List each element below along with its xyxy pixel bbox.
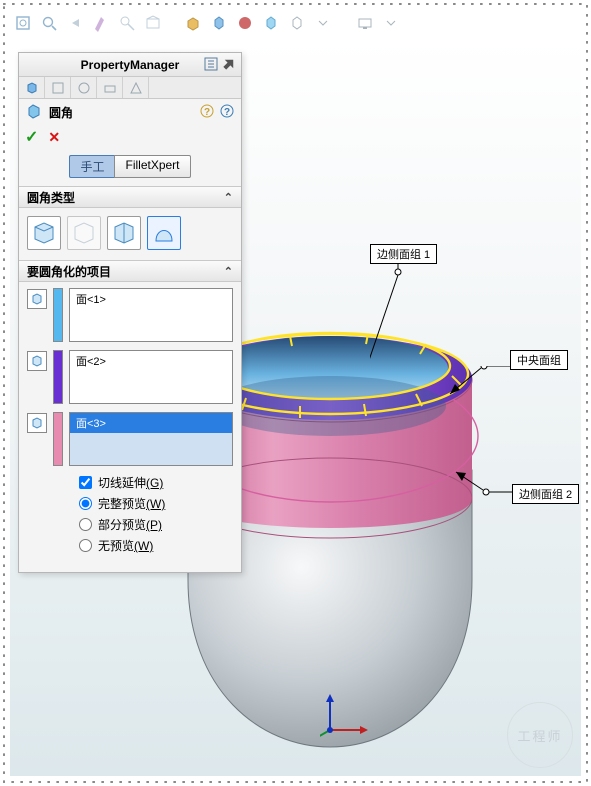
no-preview-radio[interactable]: 无预览(W) [79, 537, 225, 554]
mode-manual-button[interactable]: 手工 [69, 155, 114, 178]
edit-appearance-icon[interactable] [236, 14, 254, 32]
pm-title-text: PropertyManager [81, 58, 180, 72]
pm-pin-icon[interactable] [221, 56, 237, 72]
fillet-type-full-round[interactable] [147, 216, 181, 250]
tab-dimxpert-icon[interactable] [123, 77, 149, 98]
tab-property-icon[interactable] [71, 77, 97, 98]
pick-face-icon[interactable] [27, 289, 47, 309]
watermark-badge: 工程师 [507, 702, 573, 768]
pm-help-icon[interactable]: ? [219, 103, 235, 122]
display-style-icon[interactable] [184, 14, 202, 32]
side-face-2-list[interactable]: 面<3> [69, 412, 233, 466]
tab-feature-icon[interactable] [19, 77, 45, 98]
leader-center [448, 366, 518, 416]
more-icon[interactable] [382, 14, 400, 32]
mode-toggle: 手工 FilletXpert [19, 149, 241, 186]
fillet-type-row [19, 208, 241, 260]
pick-face-icon[interactable] [27, 413, 47, 433]
fillet-type-constant[interactable] [27, 216, 61, 250]
pm-detailed-help-icon[interactable]: ? [199, 103, 215, 122]
fillet-type-face[interactable] [107, 216, 141, 250]
scene-icon[interactable] [262, 14, 280, 32]
full-preview-input[interactable] [79, 497, 92, 510]
pick-face-icon[interactable] [27, 351, 47, 371]
section-view-icon[interactable] [92, 14, 110, 32]
section-items[interactable]: 要圆角化的项目 ⌃ [19, 260, 241, 282]
section-items-label: 要圆角化的项目 [27, 263, 111, 280]
tangent-checkbox-input[interactable] [79, 476, 92, 489]
list-item[interactable]: 面<1> [70, 289, 232, 309]
zoom-fit-icon[interactable] [14, 14, 32, 32]
partial-preview-input[interactable] [79, 518, 92, 531]
swatch-1 [53, 288, 63, 342]
svg-text:?: ? [204, 107, 210, 118]
side-face-set-2-row: 面<3> [27, 412, 233, 466]
zoom-area-icon[interactable] [40, 14, 58, 32]
view-toolbar [14, 10, 577, 36]
view-settings-icon[interactable] [288, 14, 306, 32]
full-preview-radio[interactable]: 完整预览(W) [79, 495, 225, 512]
dropdown-icon[interactable] [314, 14, 332, 32]
feature-header: 圆角 ? ? [19, 99, 241, 125]
side-face-set-1-row: 面<1> [27, 288, 233, 342]
view-orient-icon[interactable] [144, 14, 162, 32]
swatch-3 [53, 412, 63, 466]
pm-options-icon[interactable] [203, 56, 219, 72]
hide-show-icon[interactable] [210, 14, 228, 32]
list-item[interactable]: 面<3> [70, 413, 232, 433]
callout-side1: 边侧面组 1 [370, 244, 437, 264]
mode-filletxpert-button[interactable]: FilletXpert [114, 155, 190, 178]
preview-options: 切线延伸(G) 完整预览(W) 部分预览(P) 无预览(W) [27, 474, 233, 562]
no-preview-input[interactable] [79, 539, 92, 552]
items-container: 面<1> 面<2> 面<3> 切线延伸(G) 完整预览(W) [19, 282, 241, 572]
callout-center: 中央面组 [510, 350, 568, 370]
pm-title-bar: PropertyManager [19, 53, 241, 77]
accept-button[interactable]: ✓ [25, 127, 38, 147]
tangent-prop-checkbox[interactable]: 切线延伸(G) [79, 474, 225, 491]
center-face-set-row: 面<2> [27, 350, 233, 404]
callout-side2: 边侧面组 2 [512, 484, 579, 504]
reject-button[interactable]: ✕ [48, 129, 60, 146]
tab-config-icon[interactable] [97, 77, 123, 98]
fillet-type-variable[interactable] [67, 216, 101, 250]
orientation-triad [320, 690, 370, 740]
fillet-feature-icon [25, 102, 43, 123]
list-item[interactable]: 面<2> [70, 351, 232, 371]
chevron-up-icon: ⌃ [224, 265, 233, 278]
accept-reject-row: ✓ ✕ [19, 125, 241, 149]
leader-side1 [370, 262, 430, 382]
pm-tabs [19, 77, 241, 99]
section-fillet-type-label: 圆角类型 [27, 189, 75, 206]
prev-view-icon[interactable] [66, 14, 84, 32]
side-face-1-list[interactable]: 面<1> [69, 288, 233, 342]
render-icon[interactable] [356, 14, 374, 32]
svg-text:?: ? [224, 107, 230, 118]
section-fillet-type[interactable]: 圆角类型 ⌃ [19, 186, 241, 208]
dyn-zoom-icon[interactable] [118, 14, 136, 32]
center-face-list[interactable]: 面<2> [69, 350, 233, 404]
partial-preview-radio[interactable]: 部分预览(P) [79, 516, 225, 533]
feature-name: 圆角 [49, 104, 73, 121]
tab-display-icon[interactable] [45, 77, 71, 98]
chevron-up-icon: ⌃ [224, 191, 233, 204]
property-manager-panel: PropertyManager 圆角 ? ? ✓ ✕ 手工 FilletXper… [18, 52, 242, 573]
swatch-2 [53, 350, 63, 404]
